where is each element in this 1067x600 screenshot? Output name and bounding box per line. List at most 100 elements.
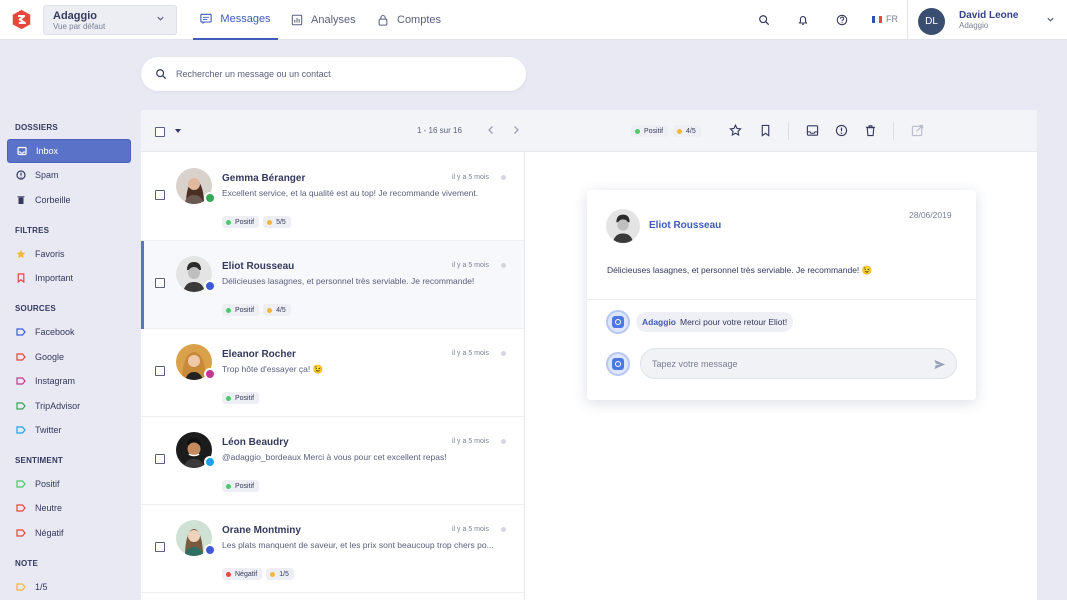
search-icon[interactable] <box>758 14 770 26</box>
sidebar-item-twitter[interactable]: Twitter <box>7 418 131 442</box>
inbox-icon[interactable] <box>806 124 819 137</box>
tab-analyses[interactable]: Analyses <box>291 0 356 40</box>
message-row[interactable]: Eliot Rousseau il y a 5 mois Délicieuses… <box>141 241 524 329</box>
app-logo-icon[interactable] <box>11 9 32 30</box>
user-org: Adaggio <box>959 21 989 30</box>
sidebar-item-tripadvisor[interactable]: TripAdvisor <box>7 394 131 418</box>
chevron-down-icon[interactable] <box>1046 15 1055 24</box>
chevron-right-icon[interactable] <box>511 125 521 135</box>
message-tags: Négatif 1/5 <box>222 568 298 580</box>
contact-avatar <box>606 209 640 243</box>
select-options-caret-icon[interactable] <box>175 129 181 133</box>
sidebar-item-important[interactable]: Important <box>7 266 131 290</box>
sidebar-item-neutre[interactable]: Neutre <box>7 496 131 520</box>
tab-comptes-label: Comptes <box>397 14 442 26</box>
tag-icon <box>16 376 26 386</box>
unread-dot <box>501 351 506 356</box>
sidebar-item-instagram[interactable]: Instagram <box>7 369 131 393</box>
tag-icon <box>16 479 26 489</box>
row-checkbox[interactable] <box>155 454 165 464</box>
chevron-left-icon[interactable] <box>486 125 496 135</box>
user-name[interactable]: David Leone <box>959 10 1018 21</box>
sidebar-item-label: Neutre <box>35 503 63 513</box>
row-checkbox[interactable] <box>155 190 165 200</box>
account-view: Vue par défaut <box>53 22 106 31</box>
message-input[interactable] <box>652 357 922 371</box>
sidebar-item-label: Négatif <box>35 528 64 538</box>
message-row[interactable]: Orane Montminy il y a 5 mois Les plats m… <box>141 505 524 593</box>
message-detail-card: Eliot Rousseau 28/06/2019 Délicieuses la… <box>587 190 976 400</box>
search-bar[interactable] <box>141 57 526 91</box>
adaggio-logo-icon <box>612 358 624 370</box>
sidebar-item-facebook[interactable]: Facebook <box>7 320 131 344</box>
alert-icon[interactable] <box>835 124 848 137</box>
sidebar-item-favoris[interactable]: Favoris <box>7 242 131 266</box>
sidebar-item-label: Corbeille <box>35 195 71 205</box>
adaggio-logo-icon <box>612 316 624 328</box>
message-row[interactable]: Léon Beaudry il y a 5 mois @adaggio_bord… <box>141 417 524 505</box>
star-icon <box>16 249 26 259</box>
trash-icon[interactable] <box>864 124 877 137</box>
message-row[interactable]: Gemma Béranger il y a 5 mois Excellent s… <box>141 153 524 241</box>
compose-box[interactable] <box>640 348 957 379</box>
reply-bubble: Adaggio Merci pour votre retour Eliot! <box>636 312 794 332</box>
unread-dot <box>501 263 506 268</box>
contact-name: Eliot Rousseau <box>222 261 295 272</box>
send-icon[interactable] <box>933 358 946 371</box>
sidebar-item-label: Inbox <box>36 146 59 156</box>
sidebar-item-corbeille[interactable]: Corbeille <box>7 188 131 212</box>
section-title-dossiers: DOSSIERS <box>15 123 58 132</box>
divider <box>788 122 789 140</box>
rating-chip: 4/5 <box>673 125 701 137</box>
top-bar: Adaggio Vue par défaut Messages Analyses… <box>0 0 1067 40</box>
tag-icon <box>16 528 26 538</box>
row-checkbox[interactable] <box>155 366 165 376</box>
message-preview: Excellent service, et la qualité est au … <box>222 188 479 198</box>
chat-icon <box>200 13 213 25</box>
message-time: il y a 5 mois <box>452 262 489 269</box>
external-link-icon[interactable] <box>911 124 924 137</box>
reply-text: Merci pour votre retour Eliot! <box>680 317 788 327</box>
message-time: il y a 5 mois <box>452 438 489 445</box>
sentiment-chip: Positif <box>222 480 260 492</box>
tab-comptes[interactable]: Comptes <box>377 0 441 40</box>
sidebar-item-label: Spam <box>35 170 59 180</box>
sentiment-chip: Positif <box>631 125 669 137</box>
message-preview: Délicieuses lasagnes, et personnel très … <box>222 276 475 286</box>
search-icon <box>156 69 167 80</box>
sidebar-item-note-1[interactable]: 1/5 <box>7 575 131 599</box>
tab-messages-label: Messages <box>220 13 271 25</box>
message-row[interactable]: Eleanor Rocher il y a 5 mois Trop hôte d… <box>141 329 524 417</box>
sidebar-item-inbox[interactable]: Inbox <box>7 139 131 163</box>
search-input[interactable] <box>176 66 506 82</box>
sidebar-item-label: Instagram <box>35 376 76 386</box>
detail-contact-name[interactable]: Eliot Rousseau <box>649 220 721 231</box>
sidebar-item-positif[interactable]: Positif <box>7 472 131 496</box>
bell-icon[interactable] <box>797 14 809 26</box>
facebook-icon <box>204 280 216 292</box>
facebook-icon <box>204 544 216 556</box>
detail-message-text: Délicieuses lasagnes, et personnel très … <box>607 265 873 275</box>
message-time: il y a 5 mois <box>452 174 489 181</box>
sentiment-chip: Positif <box>222 216 260 228</box>
twitter-icon <box>204 456 216 468</box>
tag-icon <box>16 582 26 592</box>
sidebar-item-label: Twitter <box>35 425 62 435</box>
bookmark-icon[interactable] <box>759 124 772 137</box>
row-checkbox[interactable] <box>155 278 165 288</box>
sidebar-item-spam[interactable]: Spam <box>7 163 131 187</box>
tag-icon <box>16 352 26 362</box>
select-all-checkbox[interactable] <box>155 127 165 137</box>
language-selector[interactable]: FR <box>872 14 898 24</box>
sidebar-item-google[interactable]: Google <box>7 345 131 369</box>
account-selector[interactable]: Adaggio Vue par défaut <box>43 5 177 35</box>
star-outline-icon[interactable] <box>729 124 742 137</box>
tab-messages[interactable]: Messages <box>193 0 278 40</box>
contact-name: Orane Montminy <box>222 525 301 536</box>
instagram-icon <box>204 368 216 380</box>
user-avatar[interactable]: DL <box>918 8 945 35</box>
contact-name: Gemma Béranger <box>222 173 306 184</box>
row-checkbox[interactable] <box>155 542 165 552</box>
help-icon[interactable] <box>836 14 848 26</box>
sidebar-item-negatif[interactable]: Négatif <box>7 521 131 545</box>
